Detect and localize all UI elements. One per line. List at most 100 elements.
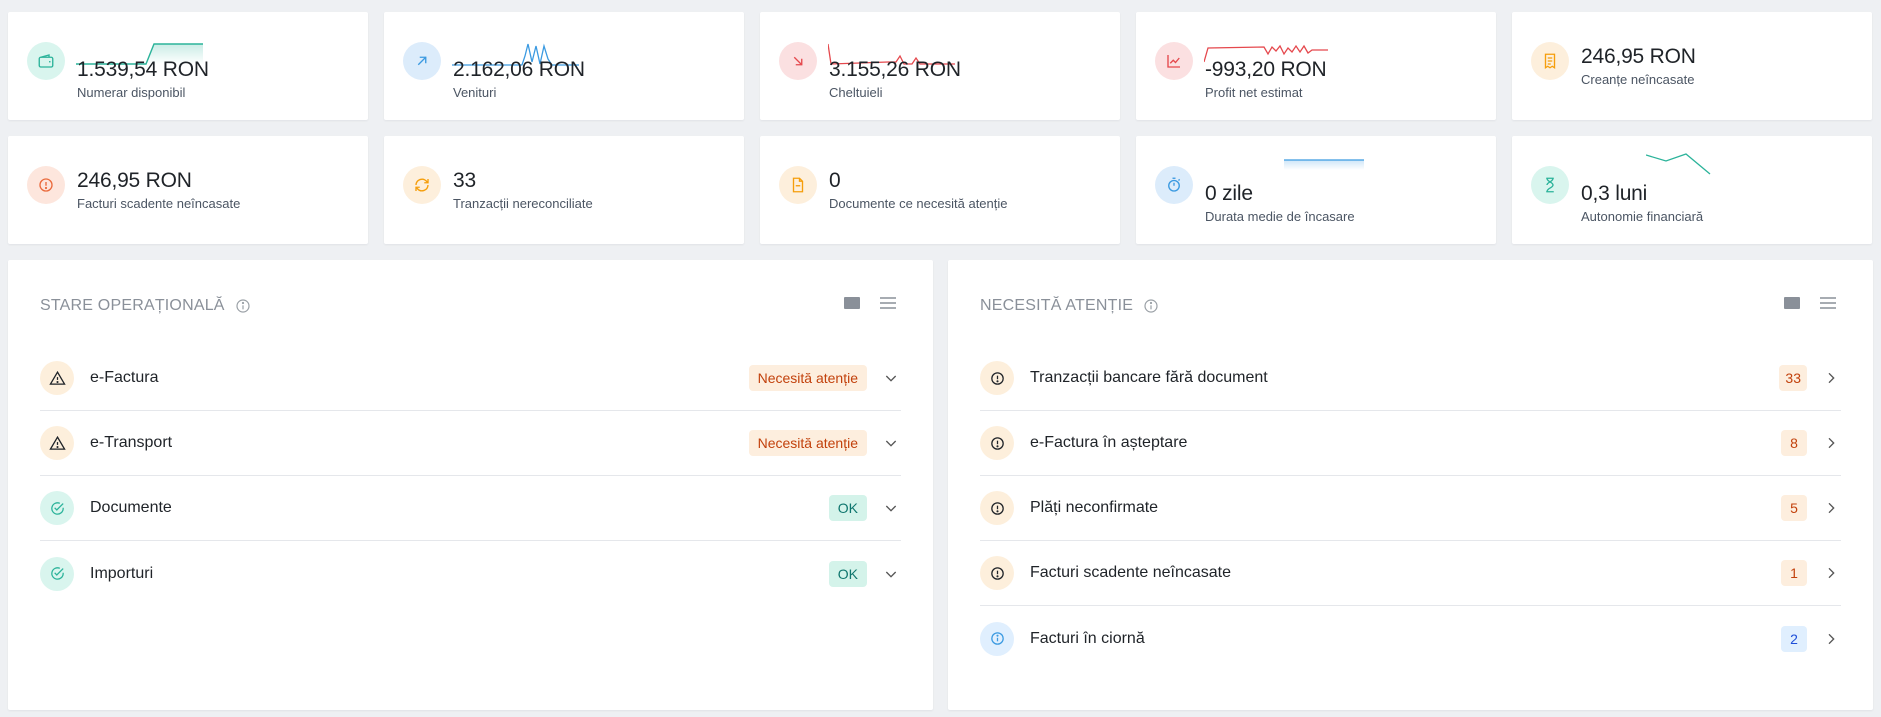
attention-panel-tools [1783, 296, 1837, 310]
attention-title-text: NECESITĂ ATENȚIE [980, 297, 1134, 314]
status-row-label: e-Factura [90, 369, 159, 386]
kpi-value: 3.155,26 RON [829, 58, 961, 81]
status-row-efactura[interactable]: e-Factura Necesită atenție [40, 346, 901, 411]
chart-line-icon [1155, 42, 1193, 80]
autonomy-sparkline [1646, 153, 1711, 175]
status-badge: OK [828, 560, 867, 587]
status-row-label: Documente [90, 499, 172, 516]
alert-circle-icon [980, 426, 1014, 460]
attention-row-label: Facturi în ciornă [1030, 629, 1145, 647]
chevron-right-icon[interactable] [1821, 629, 1841, 649]
alert-circle-icon [980, 491, 1014, 525]
info-icon[interactable] [1143, 298, 1159, 314]
attention-row-draft-invoices[interactable]: Facturi în ciornă 2 [980, 606, 1841, 671]
kpi-card-cash[interactable]: 1.539,54 RON Numerar disponibil [8, 12, 368, 120]
count-badge: 2 [1781, 625, 1807, 652]
status-panel-title: STARE OPERAȚIONALĂ [40, 297, 251, 315]
kpi-value: -993,20 RON [1205, 58, 1327, 81]
status-row-label: e-Transport [90, 434, 173, 451]
wallet-icon [27, 42, 65, 80]
status-row-documente[interactable]: Documente OK [40, 476, 901, 541]
status-badge: Necesită atenție [748, 430, 867, 456]
status-row-etransport[interactable]: e-Transport Necesită atenție [40, 411, 901, 476]
kpi-card-revenue[interactable]: 2.162,06 RON Venituri [384, 12, 744, 120]
collection-sparkline [1284, 159, 1364, 170]
alert-circle-icon [27, 166, 65, 204]
warning-icon [40, 361, 74, 395]
kpi-value: 1.539,54 RON [77, 58, 209, 81]
kpi-label: Durata medie de încasare [1205, 209, 1355, 224]
arrow-up-right-icon [403, 42, 441, 80]
kpi-value: 246,95 RON [77, 169, 192, 192]
status-badge: Necesită atenție [748, 365, 867, 391]
attention-row-unconfirmed-payments[interactable]: Plăți neconfirmate 5 [980, 476, 1841, 541]
status-panel: STARE OPERAȚIONALĂ e-Factura Necesită at… [8, 260, 933, 710]
kpi-card-receivables[interactable]: 246,95 RON Creanțe neîncasate [1512, 12, 1872, 120]
list-view-icon[interactable] [879, 296, 897, 310]
kpi-value: 0 [829, 169, 841, 192]
check-circle-icon [40, 491, 74, 525]
status-row-label: Importuri [90, 564, 154, 582]
kpi-label: Profit net estimat [1205, 85, 1303, 100]
attention-row-label: e-Factura în așteptare [1030, 434, 1188, 451]
attention-panel-title: NECESITĂ ATENȚIE [980, 297, 1159, 315]
kpi-value: 2.162,06 RON [453, 58, 585, 81]
attention-row-overdue-invoices[interactable]: Facturi scadente neîncasate 1 [980, 541, 1841, 606]
alert-circle-icon [980, 556, 1014, 590]
attention-panel: NECESITĂ ATENȚIE Tranzacții bancare fără… [948, 260, 1873, 710]
kpi-label: Tranzacții nereconciliate [453, 196, 593, 211]
count-badge: 33 [1779, 365, 1807, 391]
attention-row-label: Tranzacții bancare fără document [1030, 369, 1268, 386]
kpi-label: Creanțe neîncasate [1581, 72, 1695, 87]
refresh-icon [403, 166, 441, 204]
count-badge: 8 [1781, 430, 1807, 456]
attention-row-efactura-pending[interactable]: e-Factura în așteptare 8 [980, 411, 1841, 476]
chevron-right-icon[interactable] [1821, 563, 1841, 583]
status-row-importuri[interactable]: Importuri OK [40, 541, 901, 606]
check-circle-icon [40, 556, 74, 591]
kpi-card-profit[interactable]: -993,20 RON Profit net estimat [1136, 12, 1496, 120]
chevron-down-icon[interactable] [881, 498, 901, 518]
count-badge: 5 [1781, 495, 1807, 521]
info-circle-icon [980, 621, 1014, 656]
kpi-label: Numerar disponibil [77, 85, 186, 100]
kpi-label: Facturi scadente neîncasate [77, 196, 241, 211]
card-view-icon[interactable] [1783, 296, 1801, 310]
receipt-icon [1531, 42, 1569, 80]
kpi-card-autonomy[interactable]: 0,3 luni Autonomie financiară [1512, 136, 1872, 244]
warning-icon [40, 426, 74, 460]
chevron-down-icon[interactable] [881, 564, 901, 584]
chevron-down-icon[interactable] [881, 368, 901, 388]
chevron-right-icon[interactable] [1821, 498, 1841, 518]
attention-row-bank-transactions[interactable]: Tranzacții bancare fără document 33 [980, 346, 1841, 411]
attention-row-label: Facturi scadente neîncasate [1030, 564, 1232, 581]
card-view-icon[interactable] [843, 296, 861, 310]
kpi-label: Autonomie financiară [1581, 209, 1704, 224]
info-icon[interactable] [235, 298, 251, 314]
kpi-value: 0 zile [1205, 182, 1253, 205]
alert-circle-icon [980, 361, 1014, 395]
status-badge: OK [828, 495, 867, 521]
kpi-card-unreconciled[interactable]: 33 Tranzacții nereconciliate [384, 136, 744, 244]
kpi-value: 33 [453, 169, 476, 192]
status-title-text: STARE OPERAȚIONALĂ [40, 297, 225, 314]
kpi-grid: 1.539,54 RON Numerar disponibil 2.162,06… [8, 12, 1873, 244]
chevron-right-icon[interactable] [1821, 433, 1841, 453]
kpi-card-overdue[interactable]: 246,95 RON Facturi scadente neîncasate [8, 136, 368, 244]
kpi-label: Cheltuieli [829, 85, 883, 100]
chevron-right-icon[interactable] [1821, 368, 1841, 388]
kpi-card-documents[interactable]: 0 Documente ce necesită atenție [760, 136, 1120, 244]
document-icon [779, 166, 817, 204]
list-view-icon[interactable] [1819, 296, 1837, 310]
kpi-value: 246,95 RON [1581, 45, 1696, 68]
kpi-card-collection-days[interactable]: 0 zile Durata medie de încasare [1136, 136, 1496, 244]
kpi-label: Documente ce necesită atenție [829, 196, 1008, 211]
attention-row-label: Plăți neconfirmate [1030, 499, 1159, 516]
kpi-label: Venituri [453, 85, 497, 100]
hourglass-icon [1531, 166, 1569, 204]
chevron-down-icon[interactable] [881, 433, 901, 453]
kpi-card-expenses[interactable]: 3.155,26 RON Cheltuieli [760, 12, 1120, 120]
stopwatch-icon [1155, 166, 1193, 204]
kpi-value: 0,3 luni [1581, 182, 1648, 205]
status-panel-tools [843, 296, 897, 310]
